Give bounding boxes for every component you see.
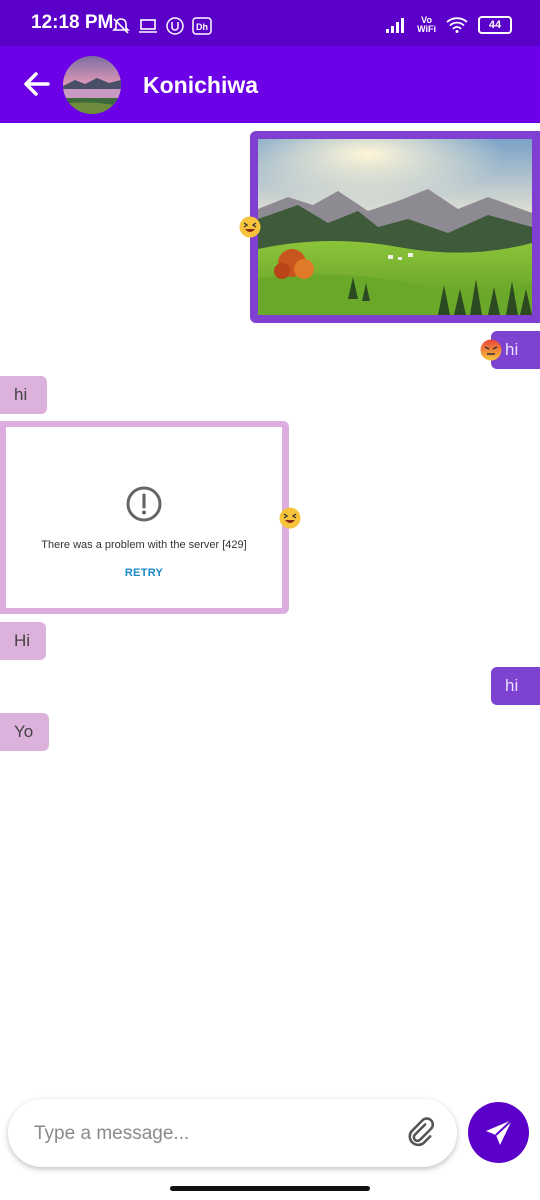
angry-emoji-reaction-icon[interactable]: [480, 339, 502, 361]
error-exclamation-icon: [126, 486, 162, 522]
status-time: 12:18 PM: [31, 12, 114, 33]
vowifi-indicator: Vo WiFi: [417, 16, 436, 34]
svg-text:Dh: Dh: [196, 22, 208, 32]
message-bubble-incoming[interactable]: Yo: [0, 713, 49, 751]
error-card: There was a problem with the server [429…: [6, 427, 282, 608]
message-bubble-outgoing[interactable]: hi: [491, 667, 540, 705]
contact-avatar[interactable]: [63, 56, 121, 114]
chat-title: Konichiwa: [143, 72, 259, 98]
status-left-icons: Dh: [112, 17, 212, 35]
send-button[interactable]: [468, 1102, 529, 1163]
status-right-icons: Vo WiFi 44: [385, 16, 512, 34]
status-bar: 12:18 PM Dh Vo WiFi 44: [0, 0, 540, 46]
vowifi-bottom-label: WiFi: [417, 24, 436, 34]
wifi-icon: [446, 17, 468, 33]
error-message: There was a problem with the server [429…: [41, 539, 247, 551]
message-bubble-incoming[interactable]: hi: [0, 376, 47, 414]
laughing-emoji-reaction-icon[interactable]: [239, 216, 261, 238]
laughing-emoji-reaction-icon[interactable]: [279, 507, 301, 529]
chat-header: Konichiwa: [0, 46, 540, 123]
message-image-incoming-error: There was a problem with the server [429…: [0, 421, 289, 614]
app-dh-icon: Dh: [192, 17, 212, 35]
message-composer: [8, 1099, 457, 1167]
landscape-photo: [258, 139, 532, 315]
laptop-icon: [139, 19, 157, 33]
message-input[interactable]: [32, 1115, 386, 1153]
avatar-landscape-image: [63, 56, 121, 114]
send-arrow-icon: [486, 1119, 513, 1145]
app-u-icon: [166, 17, 184, 35]
attachment-paperclip-icon[interactable]: [403, 1116, 437, 1150]
battery-indicator: 44: [478, 16, 512, 34]
home-indicator[interactable]: [170, 1186, 370, 1191]
back-arrow-icon[interactable]: [20, 68, 52, 100]
message-image-outgoing[interactable]: [250, 131, 540, 323]
message-bubble-incoming[interactable]: Hi: [0, 622, 46, 660]
retry-button[interactable]: RETRY: [6, 567, 282, 579]
signal-icon: [386, 18, 405, 33]
bell-off-icon: [112, 18, 130, 34]
